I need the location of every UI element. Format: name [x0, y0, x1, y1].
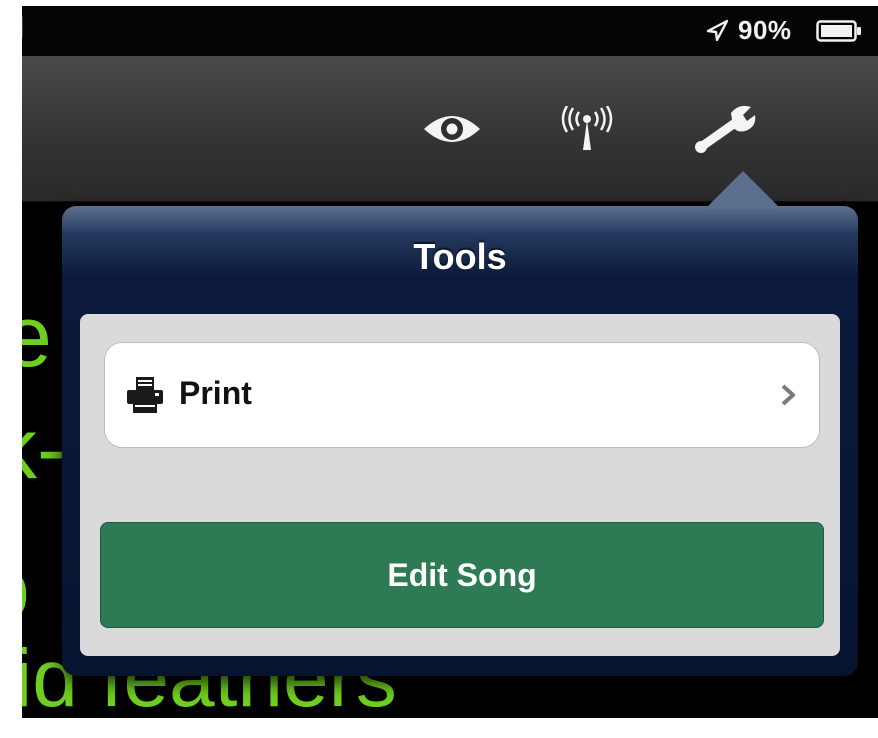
status-bar: l 90% [22, 6, 878, 56]
broadcast-icon [561, 105, 613, 150]
print-row[interactable]: Print [104, 342, 820, 448]
lyric-line: k- [22, 401, 66, 497]
printer-icon [127, 377, 163, 413]
popover-title: Tools [413, 236, 507, 277]
popover-arrow [705, 171, 781, 209]
carrier-fragment: l [22, 12, 24, 46]
view-button[interactable] [407, 56, 497, 201]
wrench-icon [695, 105, 756, 153]
broadcast-button[interactable] [542, 56, 632, 201]
battery-icon [816, 20, 861, 42]
chevron-right-icon [781, 384, 795, 406]
app-screen: l 90% [22, 6, 878, 718]
location-arrow-icon [706, 19, 729, 42]
lyric-line: o [22, 546, 30, 632]
tools-popover: Tools Print Edit Song [62, 206, 858, 676]
eye-icon [424, 115, 480, 142]
print-label: Print [179, 375, 252, 411]
popover-content: Print Edit Song [80, 314, 840, 656]
battery-percent: 90% [738, 15, 792, 45]
lyric-line: e [22, 289, 52, 385]
edit-song-button[interactable]: Edit Song [100, 522, 824, 628]
